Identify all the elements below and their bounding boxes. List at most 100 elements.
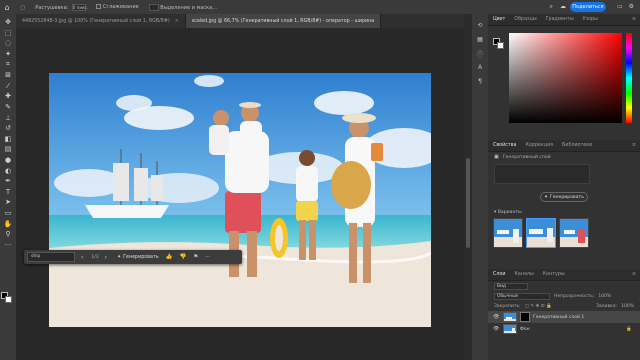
pen-icon[interactable]: ✒ xyxy=(2,176,14,187)
more-icon[interactable]: ··· xyxy=(2,239,14,250)
vertical-scrollbar[interactable] xyxy=(464,28,472,360)
chevron-down-icon[interactable]: ▾ xyxy=(494,210,496,215)
opacity-label: Непрозрачность: xyxy=(554,293,595,299)
selection-mode-dropdown[interactable] xyxy=(148,3,159,11)
tab-paths[interactable]: Контуры xyxy=(543,272,565,277)
background-color-swatch[interactable] xyxy=(5,296,12,303)
right-panels: Цвет Образцы Градиенты Узоры ≡ Свойства … xyxy=(488,14,640,360)
frame-icon[interactable]: ⊠ xyxy=(2,70,14,81)
document-image[interactable] xyxy=(49,73,431,327)
blur-icon[interactable]: ● xyxy=(2,155,14,166)
lock-icons[interactable]: ▢ ✎ ✥ ⊡ 🔒 xyxy=(525,304,552,309)
shape-icon[interactable]: ▭ xyxy=(2,208,14,219)
dodge-icon[interactable]: ◐ xyxy=(2,165,14,176)
lasso-icon[interactable]: ◌ xyxy=(2,38,14,49)
variant-thumbnail[interactable] xyxy=(559,218,589,248)
blend-mode-dropdown[interactable]: Обычные xyxy=(494,292,550,300)
panel-menu-icon[interactable]: ≡ xyxy=(632,272,636,277)
workspace-icon[interactable]: ▭ xyxy=(617,3,623,10)
eraser-icon[interactable]: ◧ xyxy=(2,134,14,145)
beach-photo xyxy=(49,73,431,327)
layer-row[interactable]: 👁 Фон 🔒 xyxy=(488,323,640,335)
color-field[interactable] xyxy=(509,33,622,123)
properties-prompt-field[interactable] xyxy=(494,164,590,184)
feather-input[interactable]: 0 пикс. xyxy=(71,3,88,11)
tab-label: scaled.jpg @ 66,7% (Генеративный слой 1,… xyxy=(191,18,375,24)
share-button[interactable]: Поделиться xyxy=(570,2,606,12)
fill-value[interactable]: 100% xyxy=(621,304,634,309)
options-bar: ⌂ ◌ Растушевка: 0 пикс. Сглаживание Выде… xyxy=(0,0,640,14)
eye-icon[interactable]: 👁 xyxy=(493,326,500,332)
prompt-input[interactable]: ship xyxy=(27,252,75,262)
tab-swatches[interactable]: Образцы xyxy=(514,17,536,22)
zoom-icon[interactable]: ⚲ xyxy=(2,229,14,240)
tab-color[interactable]: Цвет xyxy=(493,17,505,22)
tab-properties[interactable]: Свойства xyxy=(493,143,516,148)
antialias-checkbox[interactable] xyxy=(95,4,101,9)
history-icon[interactable]: ⟲ xyxy=(475,20,485,30)
select-mask-option[interactable]: Выделение и маска... xyxy=(148,3,217,11)
tab-layers[interactable]: Слои xyxy=(493,272,505,277)
chevron-left-icon[interactable]: ‹ xyxy=(81,254,83,261)
properties-tabs: Свойства Коррекция Библиотеки ≡ xyxy=(488,140,640,152)
eyedropper-icon[interactable]: ⁄ xyxy=(2,81,14,92)
path-select-icon[interactable]: ➤ xyxy=(2,197,14,208)
move-icon[interactable]: ✥ xyxy=(2,17,14,28)
layer-thumbnail xyxy=(503,312,517,322)
layer-mask-thumbnail[interactable] xyxy=(520,312,530,322)
info-icon[interactable]: ⓘ xyxy=(475,48,485,58)
settings-icon[interactable]: ⚙ xyxy=(629,3,634,10)
layer-filter-dropdown[interactable]: Вид xyxy=(494,282,528,290)
generate-label: Генерировать xyxy=(123,254,159,260)
generate-button[interactable]: ✦ Генерировать xyxy=(117,255,159,260)
crop-icon[interactable]: ⌗ xyxy=(2,59,14,70)
flag-icon[interactable]: ⚑ xyxy=(193,254,198,260)
marquee-icon[interactable]: ⬚ xyxy=(2,28,14,39)
clone-stamp-icon[interactable]: ⊥ xyxy=(2,112,14,123)
properties-generate-button[interactable]: ✦ Генерировать xyxy=(540,192,588,202)
healing-icon[interactable]: ✚ xyxy=(2,91,14,102)
character-icon[interactable]: A xyxy=(475,62,485,72)
lock-icon[interactable]: 🔒 xyxy=(626,327,632,332)
background-color-chip[interactable] xyxy=(497,42,504,49)
tab-doc-1[interactable]: 4482552848-3.jpg @ 100% (Генеративный сл… xyxy=(16,14,186,28)
fill-label: Заливка: xyxy=(596,303,618,309)
thumbs-up-icon[interactable]: 👍 xyxy=(166,254,173,260)
panel-menu-icon[interactable]: ≡ xyxy=(632,17,636,22)
tab-channels[interactable]: Каналы xyxy=(514,272,533,277)
variant-thumbnail-selected[interactable] xyxy=(526,218,556,248)
layer-row[interactable]: 👁 Генеративный слой 1 xyxy=(488,311,640,323)
cloud-icon[interactable]: ☁ xyxy=(560,3,566,11)
chevron-right-icon[interactable]: › xyxy=(105,254,107,261)
variants-label: Варианты xyxy=(497,210,522,215)
variants-section: ▾ Варианты xyxy=(488,210,640,248)
history-brush-icon[interactable]: ↺ xyxy=(2,123,14,134)
eye-icon[interactable]: 👁 xyxy=(493,314,500,320)
hand-icon[interactable]: ✋ xyxy=(2,218,14,229)
paragraph-icon[interactable]: ¶ xyxy=(475,76,485,86)
scroll-thumb[interactable] xyxy=(466,158,470,248)
brush-icon[interactable]: ✎ xyxy=(2,102,14,113)
home-icon[interactable]: ⌂ xyxy=(0,0,14,14)
magic-wand-icon[interactable]: ✦ xyxy=(2,49,14,60)
antialias-option[interactable]: Сглаживание xyxy=(95,4,139,10)
tab-gradients[interactable]: Градиенты xyxy=(546,17,574,22)
tab-libraries[interactable]: Библиотеки xyxy=(562,143,592,148)
thumbs-down-icon[interactable]: 👎 xyxy=(179,254,186,260)
hue-slider[interactable] xyxy=(626,33,632,123)
opacity-value[interactable]: 100% xyxy=(598,294,611,299)
tab-adjustments[interactable]: Коррекция xyxy=(525,143,553,148)
variant-thumbnail[interactable] xyxy=(493,218,523,248)
type-icon[interactable]: T xyxy=(2,187,14,198)
tab-patterns[interactable]: Узоры xyxy=(583,17,598,22)
search-icon[interactable]: ⌕ xyxy=(550,3,553,11)
panel-menu-icon[interactable]: ≡ xyxy=(632,143,636,148)
close-icon[interactable]: × xyxy=(175,19,179,24)
layers-comps-icon[interactable]: ▦ xyxy=(475,34,485,44)
lasso-tool-icon[interactable]: ◌ xyxy=(20,4,25,11)
gradient-icon[interactable]: ▤ xyxy=(2,144,14,155)
select-and-mask-button[interactable]: Выделение и маска... xyxy=(160,5,217,11)
layer-thumbnail xyxy=(503,324,517,334)
more-options-icon[interactable]: ··· xyxy=(205,254,210,260)
tab-doc-2[interactable]: scaled.jpg @ 66,7% (Генеративный слой 1,… xyxy=(185,14,382,28)
